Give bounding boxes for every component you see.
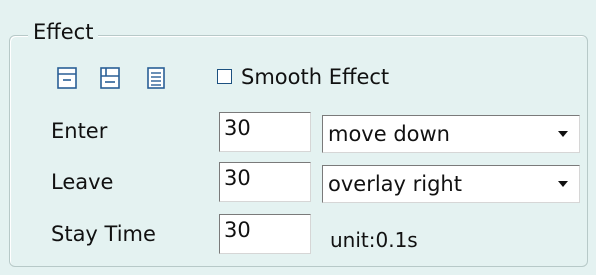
enter-effect-select[interactable]: move down xyxy=(322,115,580,153)
smooth-effect-label[interactable]: Smooth Effect xyxy=(241,62,389,92)
enter-label: Enter xyxy=(51,119,108,143)
enter-value-input[interactable]: 30 xyxy=(219,112,311,152)
stay-time-unit: unit:0.1s xyxy=(330,228,418,252)
chevron-down-icon[interactable] xyxy=(558,181,568,187)
effect-group-title: Effect xyxy=(28,19,99,45)
page-middle-icon[interactable] xyxy=(97,63,123,93)
page-lines-icon[interactable] xyxy=(143,63,169,93)
leave-label: Leave xyxy=(51,170,114,194)
enter-effect-select-value: move down xyxy=(328,122,450,146)
leave-effect-select-value: overlay right xyxy=(328,172,462,196)
leave-value-input[interactable]: 30 xyxy=(219,162,311,202)
stay-time-input[interactable]: 30 xyxy=(219,214,311,254)
stay-time-label: Stay Time xyxy=(51,222,156,246)
smooth-effect-checkbox[interactable] xyxy=(217,69,232,84)
chevron-down-icon[interactable] xyxy=(558,131,568,137)
page-top-icon[interactable] xyxy=(54,63,80,93)
leave-effect-select[interactable]: overlay right xyxy=(322,165,580,203)
